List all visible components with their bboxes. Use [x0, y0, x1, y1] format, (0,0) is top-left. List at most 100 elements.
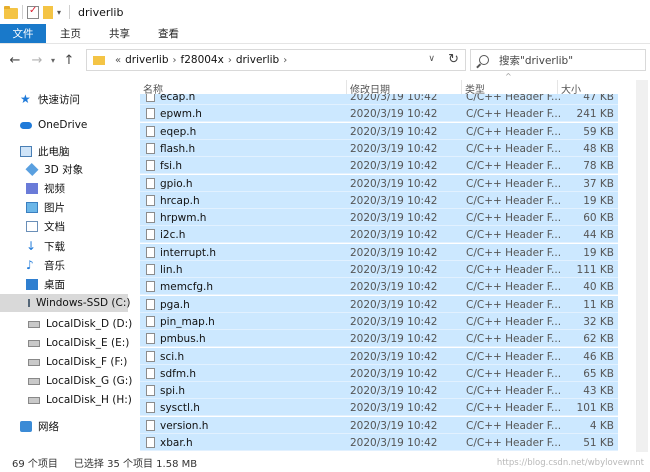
file-row[interactable]: i2c.h 2020/3/19 10:42 C/C++ Header F... 44 … [140, 226, 618, 244]
sidebar-item-label: OneDrive [38, 119, 88, 131]
tab-share[interactable]: 共享 [95, 24, 144, 43]
drive-icon [28, 320, 40, 328]
tab-view[interactable]: 查看 [144, 24, 193, 43]
header-file-icon [146, 385, 155, 397]
file-row[interactable]: interrupt.h 2020/3/19 10:42 C/C++ Header F… [140, 243, 618, 261]
header-file-icon [146, 94, 155, 102]
file-row[interactable]: flash.h 2020/3/19 10:42 C/C++ Header F... 4… [140, 139, 618, 157]
file-row[interactable]: eqep.h 2020/3/19 10:42 C/C++ Header F... 59… [140, 122, 618, 140]
ribbon-tabs: 文件 主页 共享 查看 [0, 24, 650, 44]
file-type: C/C++ Header F... [466, 160, 562, 173]
up-arrow-icon[interactable]: ↑ [58, 53, 80, 68]
address-bar[interactable]: « driverlib › f28004x › driverlib › ∨ ↻ [86, 49, 466, 71]
sidebar-item-onedrive[interactable]: OneDrive [20, 116, 87, 134]
file-name: pmbus.h [160, 333, 206, 346]
header-file-icon [146, 125, 155, 137]
documents-icon [26, 220, 38, 232]
drive-icon [28, 377, 40, 385]
chevron-right-icon[interactable]: › [228, 55, 232, 66]
chevron-right-icon[interactable]: › [173, 55, 177, 66]
sidebar-item-label: LocalDisk_G (G:) [46, 375, 133, 387]
file-type: C/C++ Header F... [466, 419, 562, 432]
header-file-icon [146, 246, 155, 258]
file-row[interactable]: xbar.h 2020/3/19 10:42 C/C++ Header F... 51… [140, 434, 618, 451]
file-type: C/C++ Header F... [466, 125, 562, 138]
header-file-icon [146, 367, 155, 379]
new-folder-icon[interactable] [43, 5, 53, 19]
file-date: 2020/3/19 10:42 [350, 160, 438, 173]
file-row[interactable]: fsi.h 2020/3/19 10:42 C/C++ Header F... 78 … [140, 157, 618, 175]
file-name: memcfg.h [160, 281, 214, 294]
tab-home[interactable]: 主页 [46, 24, 95, 43]
file-row[interactable]: pmbus.h 2020/3/19 10:42 C/C++ Header F... 6… [140, 330, 618, 348]
sidebar-item-drive-c[interactable]: Windows-SSD (C:) [0, 294, 130, 312]
file-row[interactable]: pin_map.h 2020/3/19 10:42 C/C++ Header F..… [140, 312, 618, 330]
file-row[interactable]: hrpwm.h 2020/3/19 10:42 C/C++ Header F... 6… [140, 209, 618, 227]
forward-arrow-icon[interactable]: → [26, 53, 48, 68]
recent-locations-dropdown-icon[interactable]: ▾ [48, 56, 58, 65]
sidebar-item-documents[interactable]: 文档 [26, 217, 65, 235]
file-row[interactable]: gpio.h 2020/3/19 10:42 C/C++ Header F... 37… [140, 174, 618, 192]
window-title: driverlib [78, 5, 124, 19]
sidebar-item-downloads[interactable]: ↓ 下载 [26, 237, 65, 255]
header-file-icon [146, 419, 155, 431]
sidebar-item-drive-h[interactable]: LocalDisk_H (H:) [28, 391, 132, 409]
file-row[interactable]: epwm.h 2020/3/19 10:42 C/C++ Header F... 24… [140, 105, 618, 123]
header-file-icon [146, 298, 155, 310]
file-name: pin_map.h [160, 315, 215, 328]
sidebar-item-network[interactable]: 网络 [20, 417, 59, 435]
file-row[interactable]: memcfg.h 2020/3/19 10:42 C/C++ Header F...… [140, 278, 618, 296]
address-dropdown-icon[interactable]: ∨ [428, 54, 435, 64]
sidebar-item-3d-objects[interactable]: 3D 对象 [25, 160, 83, 178]
file-type: C/C++ Header F... [466, 385, 562, 398]
sidebar-item-pictures[interactable]: 图片 [26, 198, 65, 216]
file-date: 2020/3/19 10:42 [350, 333, 438, 346]
breadcrumb-item[interactable]: f28004x [181, 54, 224, 66]
file-type: C/C++ Header F... [466, 350, 562, 363]
sidebar-item-drive-g[interactable]: LocalDisk_G (G:) [28, 372, 132, 390]
sidebar-item-desktop[interactable]: 桌面 [26, 275, 65, 293]
vertical-scrollbar[interactable] [636, 80, 648, 452]
file-size: 65 KB [583, 367, 614, 380]
tab-file[interactable]: 文件 [0, 24, 46, 43]
video-icon [26, 182, 38, 194]
file-date: 2020/3/19 10:42 [350, 108, 438, 121]
file-row[interactable]: pga.h 2020/3/19 10:42 C/C++ Header F... 11 … [140, 295, 618, 313]
network-icon [20, 420, 32, 432]
properties-icon[interactable] [27, 5, 39, 19]
file-row[interactable]: lin.h 2020/3/19 10:42 C/C++ Header F... 111… [140, 261, 618, 278]
chevron-right-icon[interactable]: › [283, 55, 287, 66]
breadcrumb-item[interactable]: driverlib [125, 54, 168, 66]
search-input[interactable]: 搜索"driverlib" [470, 49, 646, 71]
breadcrumb-item[interactable]: driverlib [236, 54, 279, 66]
overflow-chevron-icon[interactable]: « [115, 55, 121, 66]
header-file-icon [146, 281, 155, 293]
file-size: 47 KB [583, 94, 614, 103]
file-date: 2020/3/19 10:42 [350, 229, 438, 242]
file-type: C/C++ Header F... [466, 315, 562, 328]
file-type: C/C++ Header F... [466, 212, 562, 225]
back-arrow-icon[interactable]: ← [4, 53, 26, 68]
refresh-icon[interactable]: ↻ [448, 52, 459, 67]
file-row[interactable]: spi.h 2020/3/19 10:42 C/C++ Header F... 43 … [140, 382, 618, 400]
file-row[interactable]: sysctl.h 2020/3/19 10:42 C/C++ Header F...… [140, 399, 618, 417]
quick-access-dropdown-icon[interactable]: ▾ [57, 8, 61, 17]
file-type: C/C++ Header F... [466, 94, 562, 103]
file-size: 51 KB [583, 437, 614, 449]
folder-icon [4, 5, 18, 19]
sidebar-item-music[interactable]: ♪ 音乐 [26, 256, 65, 274]
sidebar-item-videos[interactable]: 视频 [26, 179, 65, 197]
file-row[interactable]: version.h 2020/3/19 10:42 C/C++ Header F..… [140, 416, 618, 434]
file-row[interactable]: sdfm.h 2020/3/19 10:42 C/C++ Header F... 65… [140, 364, 618, 382]
file-type: C/C++ Header F... [466, 177, 562, 190]
file-row[interactable]: sci.h 2020/3/19 10:42 C/C++ Header F... 46 … [140, 347, 618, 365]
search-icon [479, 55, 489, 65]
sidebar-item-drive-f[interactable]: LocalDisk_F (F:) [28, 353, 127, 371]
sidebar-item-drive-e[interactable]: LocalDisk_E (E:) [28, 334, 129, 352]
file-row[interactable]: ecap.h 2020/3/19 10:42 C/C++ Header F... 47… [140, 94, 618, 105]
sidebar-item-drive-d[interactable]: LocalDisk_D (D:) [28, 315, 132, 333]
file-row[interactable]: hrcap.h 2020/3/19 10:42 C/C++ Header F... 1… [140, 191, 618, 209]
sidebar-item-this-pc[interactable]: 此电脑 [20, 142, 70, 160]
watermark: https://blog.csdn.net/wbylovewnnt [496, 458, 644, 468]
sidebar-item-quick-access[interactable]: ★ 快速访问 [20, 90, 80, 108]
